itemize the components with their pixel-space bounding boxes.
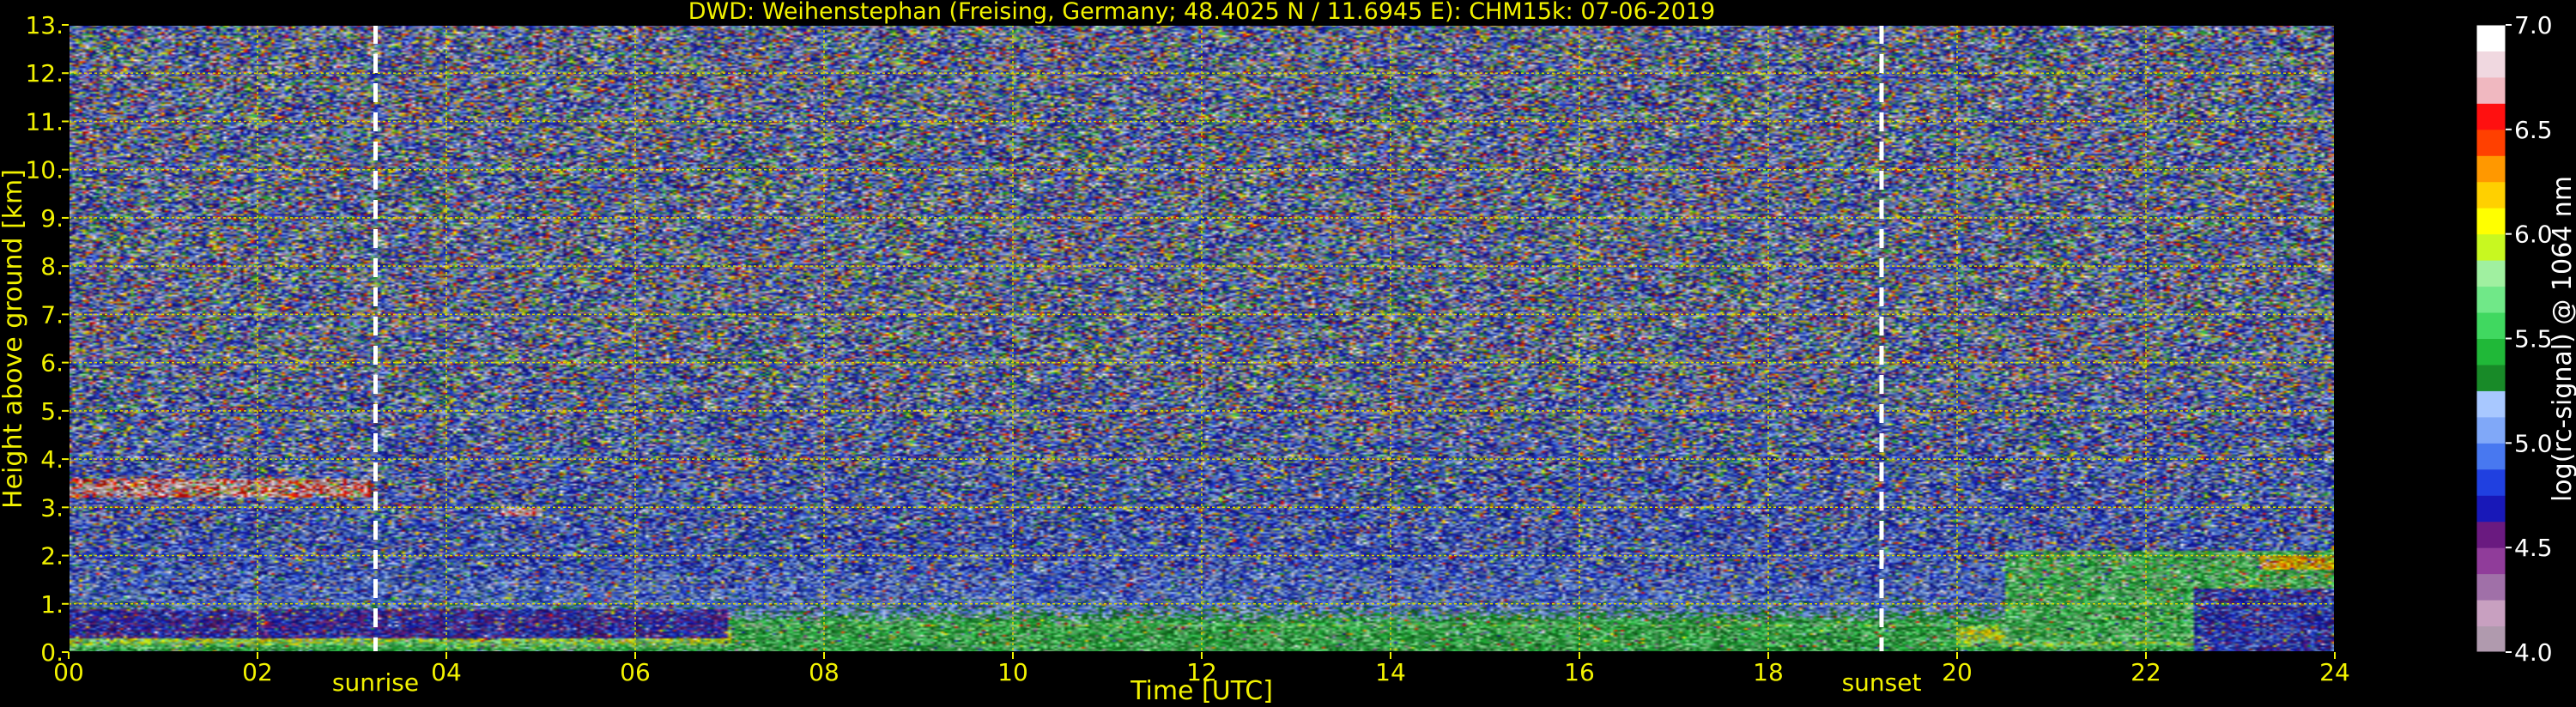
colorbar-swatch	[2476, 443, 2506, 470]
y-tick-label: 5.	[40, 397, 64, 426]
colorbar: 4.0 4.5 5.0 5.5 6.0 6.5 7.0 log(rc-signal) @ 1…	[2476, 11, 2576, 667]
y-tick-label: 7.	[40, 300, 64, 329]
colorbar-tick-label: 7.0	[2514, 11, 2553, 39]
x-tick-label: 18	[1753, 658, 1784, 686]
colorbar-swatch	[2476, 129, 2506, 156]
colorbar-tick-label: 4.0	[2514, 638, 2553, 667]
y-tick-label: 3.	[40, 493, 64, 522]
colorbar-swatch	[2476, 521, 2506, 548]
ceilometer-chart: DWD: Weihenstephan (Freising, Germany; 4…	[0, 0, 2576, 706]
x-tick-label: 20	[1942, 658, 1973, 686]
colorbar-swatches	[2476, 25, 2506, 653]
colorbar-swatch	[2476, 416, 2506, 444]
y-tick-label: 2.	[40, 542, 64, 571]
x-axis-label: Time [UTC]	[1130, 676, 1273, 706]
y-axis-label: Height above ground [km]	[0, 169, 28, 509]
colorbar-swatch	[2476, 76, 2506, 104]
colorbar-swatch	[2476, 600, 2506, 627]
colorbar-swatch	[2476, 364, 2506, 391]
colorbar-tick-label: 6.5	[2514, 116, 2553, 144]
y-tick-label: 13.	[25, 11, 64, 39]
colorbar-swatch	[2476, 338, 2506, 366]
colorbar-swatch	[2476, 625, 2506, 653]
colorbar-swatch	[2476, 233, 2506, 261]
y-tick-label: 1.	[40, 590, 64, 619]
colorbar-ticks: 4.0 4.5 5.0 5.5 6.0 6.5 7.0	[2506, 11, 2553, 667]
x-tick-label: 14	[1375, 658, 1406, 686]
colorbar-swatch	[2476, 181, 2506, 208]
x-tick-label: 10	[997, 658, 1028, 686]
colorbar-tick-label: 5.0	[2514, 429, 2553, 457]
plot-area	[68, 24, 2336, 653]
x-tick-label: 24	[2319, 658, 2350, 686]
colorbar-swatch	[2476, 286, 2506, 313]
x-tick-label: 06	[620, 658, 651, 686]
x-tick-label: 02	[242, 658, 273, 686]
y-tick-label: 8.	[40, 252, 64, 281]
colorbar-swatch	[2476, 260, 2506, 287]
colorbar-swatch	[2476, 495, 2506, 523]
y-tick-label: 10.	[25, 156, 64, 184]
colorbar-tick-label: 6.0	[2514, 221, 2553, 249]
x-tick-label: 08	[809, 658, 839, 686]
chart-title: DWD: Weihenstephan (Freising, Germany; 4…	[688, 0, 1716, 25]
y-tick-label: 4.	[40, 445, 64, 474]
annotation-label: sunrise	[332, 668, 419, 697]
colorbar-swatch	[2476, 547, 2506, 575]
x-tick-label: 16	[1564, 658, 1595, 686]
annotation-labels: sunrise sunset	[332, 668, 1922, 697]
colorbar-swatch	[2476, 208, 2506, 235]
colorbar-swatch	[2476, 390, 2506, 418]
colorbar-tick-label: 4.5	[2514, 534, 2553, 562]
colorbar-swatch	[2476, 155, 2506, 183]
y-tick-label: 12.	[25, 59, 64, 88]
colorbar-label: log(rc-signal) @ 1064 nm	[2548, 176, 2576, 502]
colorbar-swatch	[2476, 51, 2506, 78]
x-tick-label: 04	[431, 658, 462, 686]
colorbar-tick-label: 5.5	[2514, 325, 2553, 354]
colorbar-swatch	[2476, 312, 2506, 339]
y-tick-label: 6.	[40, 349, 64, 378]
colorbar-swatch	[2476, 468, 2506, 496]
annotation-label: sunset	[1842, 668, 1922, 697]
colorbar-swatch	[2476, 103, 2506, 130]
y-tick-label: 9.	[40, 204, 64, 233]
y-tick-label: 11.	[25, 107, 64, 136]
colorbar-swatch	[2476, 25, 2506, 51]
x-tick-label: 22	[2131, 658, 2161, 686]
y-tick-label: 0.	[40, 638, 64, 667]
colorbar-swatch	[2476, 573, 2506, 601]
y-axis: 0. 1. 2. 3. 4. 5. 6. 7. 8. 9. 10. 11. 12. 13.	[25, 11, 69, 667]
